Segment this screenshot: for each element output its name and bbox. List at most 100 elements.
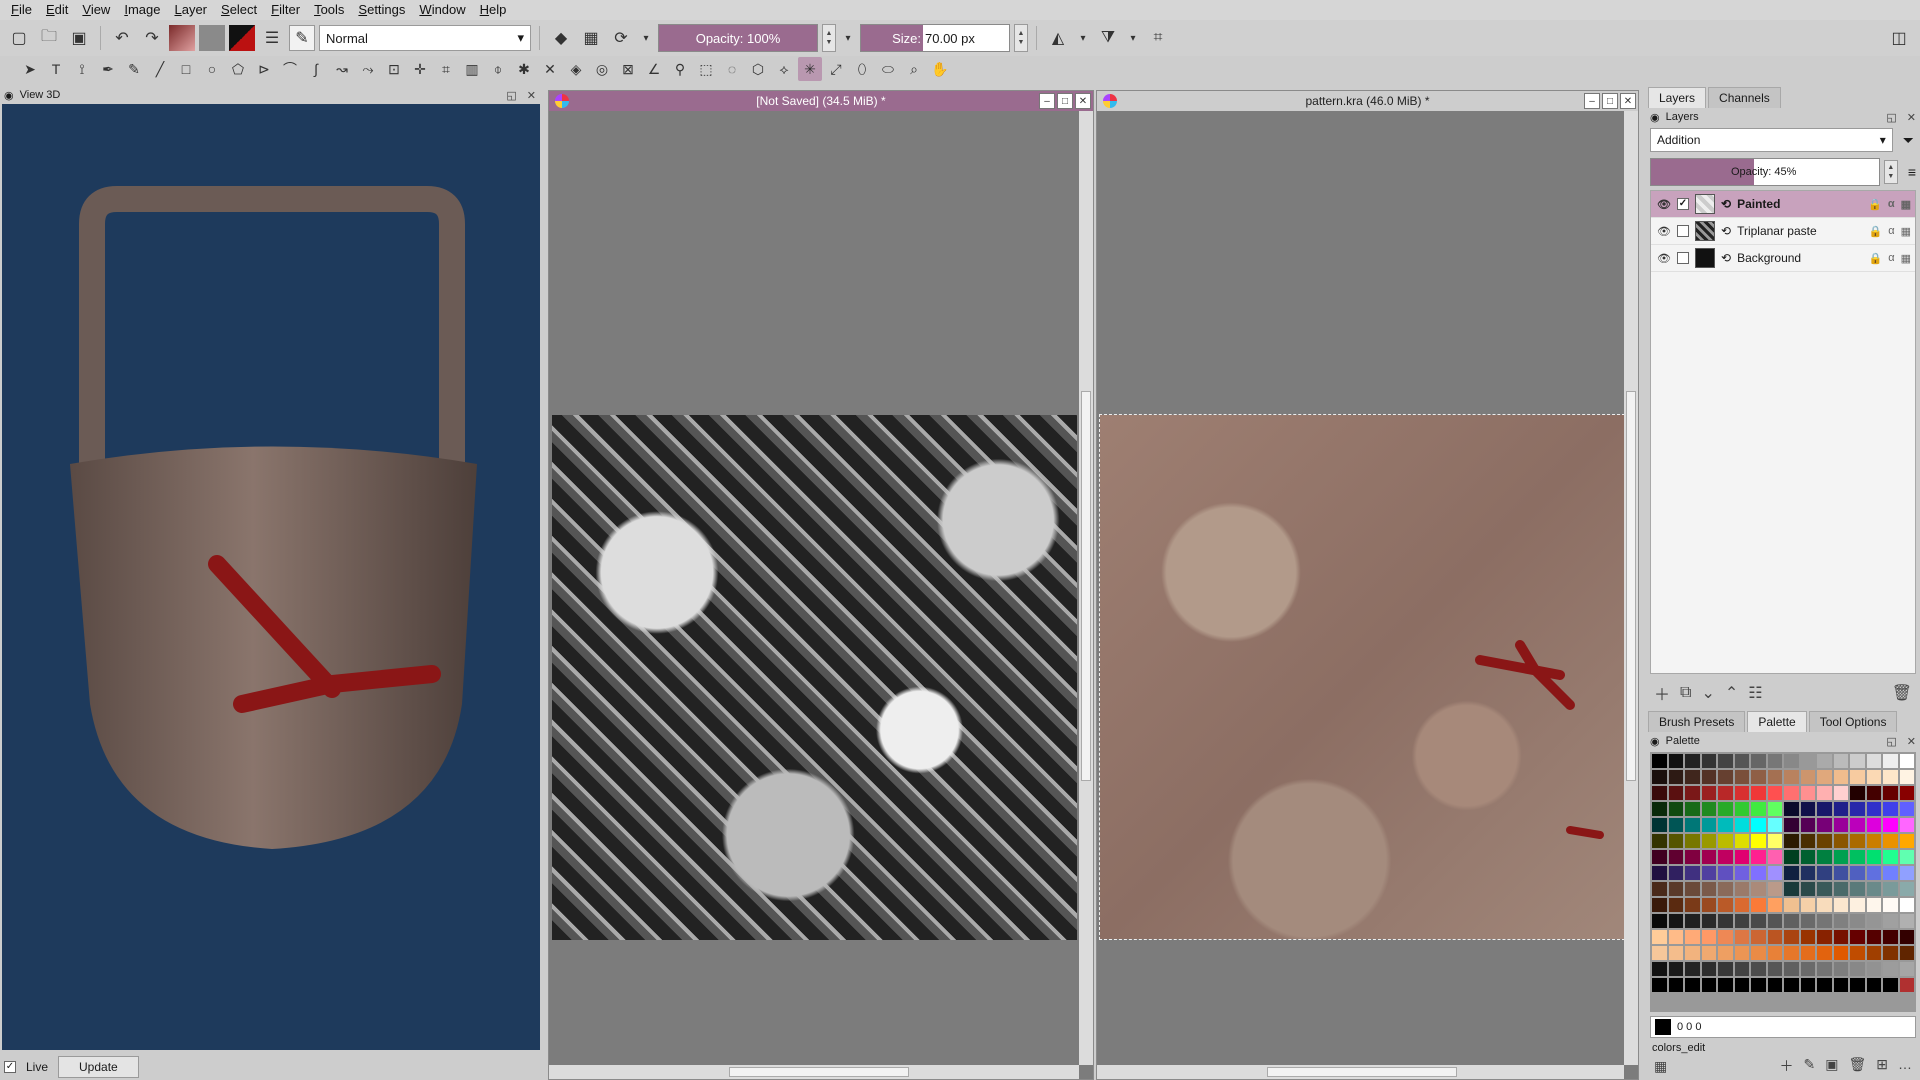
palette-swatch[interactable] (1751, 770, 1766, 784)
palette-swatch[interactable] (1652, 754, 1667, 768)
palette-swatch[interactable] (1718, 754, 1733, 768)
calligraphy-icon[interactable]: ✒ (96, 57, 120, 81)
palette-swatch[interactable] (1817, 850, 1832, 864)
palette-swatch[interactable] (1899, 818, 1914, 832)
palette-swatch[interactable] (1685, 754, 1700, 768)
add-color-icon[interactable]: ＋ (1780, 1056, 1794, 1076)
grid-view-icon[interactable]: ⊞ (1876, 1056, 1888, 1076)
palette-swatch[interactable] (1734, 834, 1749, 848)
palette-swatch[interactable] (1800, 786, 1815, 800)
multibrush-icon[interactable]: ⤳ (356, 57, 380, 81)
line-tool-icon[interactable]: ╱ (148, 57, 172, 81)
view3d-viewport[interactable] (2, 104, 540, 1050)
inherit-alpha-icon[interactable]: ▦ (1901, 252, 1911, 265)
palette-swatch[interactable] (1751, 802, 1766, 816)
move-up-icon[interactable]: ⌃ (1725, 683, 1738, 703)
palette-swatch[interactable] (1652, 978, 1667, 992)
document-title-bar[interactable]: pattern.kra (46.0 MiB) * – □ ✕ (1097, 91, 1638, 111)
palette-swatch[interactable] (1866, 930, 1881, 944)
menu-item-select[interactable]: Select (214, 0, 264, 20)
palette-swatch[interactable] (1734, 754, 1749, 768)
vertical-scrollbar[interactable] (1079, 111, 1093, 1065)
palette-swatch[interactable] (1850, 978, 1865, 992)
palette-swatch[interactable] (1883, 802, 1898, 816)
palette-swatch[interactable] (1866, 850, 1881, 864)
float-icon[interactable]: ◱ (506, 89, 516, 102)
rectangle-tool-icon[interactable]: □ (174, 57, 198, 81)
crop-tool-icon[interactable]: ⌗ (434, 57, 458, 81)
alpha-icon[interactable]: α (1888, 225, 1894, 238)
smart-patch-icon[interactable]: ✱ (512, 57, 536, 81)
palette-swatch[interactable] (1817, 866, 1832, 880)
layer-row[interactable]: 👁 ⟲ Background 🔒 α ▦ (1651, 245, 1915, 272)
duplicate-layer-icon[interactable]: ⧉ (1680, 684, 1691, 702)
palette-swatch[interactable] (1767, 818, 1782, 832)
palette-swatch[interactable] (1685, 866, 1700, 880)
enclose-fill-icon[interactable]: ◎ (590, 57, 614, 81)
reload-preset-icon[interactable]: ⟳ (608, 25, 634, 51)
palette-swatch[interactable] (1767, 978, 1782, 992)
palette-swatch[interactable] (1883, 946, 1898, 960)
palette-swatch[interactable] (1899, 770, 1914, 784)
palette-swatch[interactable] (1800, 850, 1815, 864)
palette-swatch[interactable] (1833, 914, 1848, 928)
palette-swatch[interactable] (1800, 866, 1815, 880)
pattern-icon[interactable] (199, 25, 225, 51)
palette-swatch[interactable] (1850, 786, 1865, 800)
palette-swatch[interactable] (1817, 930, 1832, 944)
inherit-alpha-icon[interactable]: ▦ (1901, 225, 1911, 238)
edit-shapes-icon[interactable]: ⟟ (70, 57, 94, 81)
palette-swatch[interactable] (1685, 882, 1700, 896)
alpha-lock-icon[interactable]: ▦ (578, 25, 604, 51)
palette-swatch[interactable] (1883, 850, 1898, 864)
similar-select-icon[interactable]: ⤢ (824, 57, 848, 81)
gradient-tool-icon[interactable]: ▥ (460, 57, 484, 81)
palette-swatch[interactable] (1833, 802, 1848, 816)
palette-swatch[interactable] (1866, 914, 1881, 928)
minimize-icon[interactable]: – (1584, 93, 1600, 109)
palette-swatch[interactable] (1899, 898, 1914, 912)
palette-swatch[interactable] (1800, 882, 1815, 896)
palette-swatch[interactable] (1883, 834, 1898, 848)
palette-swatch[interactable] (1701, 898, 1716, 912)
document-title-bar[interactable]: [Not Saved] (34.5 MiB) * – □ ✕ (549, 91, 1093, 111)
palette-swatch[interactable] (1701, 930, 1716, 944)
palette-swatch[interactable] (1701, 914, 1716, 928)
ellipse-select-icon[interactable]: ◌ (720, 57, 744, 81)
palette-swatch[interactable] (1685, 850, 1700, 864)
close-icon[interactable]: ✕ (1907, 735, 1916, 748)
palette-swatch[interactable] (1668, 866, 1683, 880)
palette-swatch[interactable] (1899, 786, 1914, 800)
palette-swatch[interactable] (1817, 898, 1832, 912)
palette-swatch[interactable] (1800, 754, 1815, 768)
reference-tool-icon[interactable]: ⚲ (668, 57, 692, 81)
palette-swatch[interactable] (1850, 898, 1865, 912)
palette-swatch[interactable] (1850, 882, 1865, 896)
palette-swatch[interactable] (1883, 882, 1898, 896)
blend-mode-select[interactable]: Normal ▾ (319, 25, 531, 51)
palette-swatch[interactable] (1784, 914, 1799, 928)
palette-swatch[interactable] (1685, 946, 1700, 960)
palette-swatch[interactable] (1668, 946, 1683, 960)
palette-swatch[interactable] (1784, 946, 1799, 960)
palette-swatch[interactable] (1718, 882, 1733, 896)
palette-swatch[interactable] (1652, 834, 1667, 848)
document-window-unsaved[interactable]: [Not Saved] (34.5 MiB) * – □ ✕ (548, 90, 1094, 1080)
close-icon[interactable]: ✕ (1907, 111, 1916, 124)
remove-color-icon[interactable]: 🗑 (1848, 1056, 1866, 1076)
palette-swatch[interactable] (1734, 802, 1749, 816)
palette-swatch[interactable] (1833, 962, 1848, 976)
palette-swatch[interactable] (1701, 850, 1716, 864)
palette-swatch[interactable] (1833, 850, 1848, 864)
vertical-scrollbar[interactable] (1624, 111, 1638, 1065)
palette-swatch[interactable] (1800, 770, 1815, 784)
palette-swatch[interactable] (1701, 834, 1716, 848)
tab-brush-presets[interactable]: Brush Presets (1648, 711, 1746, 732)
palette-swatch[interactable] (1701, 770, 1716, 784)
close-icon[interactable]: ✕ (1620, 93, 1636, 109)
palette-swatch[interactable] (1883, 962, 1898, 976)
palette-swatch[interactable] (1751, 946, 1766, 960)
palette-swatch[interactable] (1668, 818, 1683, 832)
layer-row[interactable]: 👁 ✓ ⟲ Painted 🔒 α ▦ (1651, 191, 1915, 218)
maximize-icon[interactable]: □ (1602, 93, 1618, 109)
